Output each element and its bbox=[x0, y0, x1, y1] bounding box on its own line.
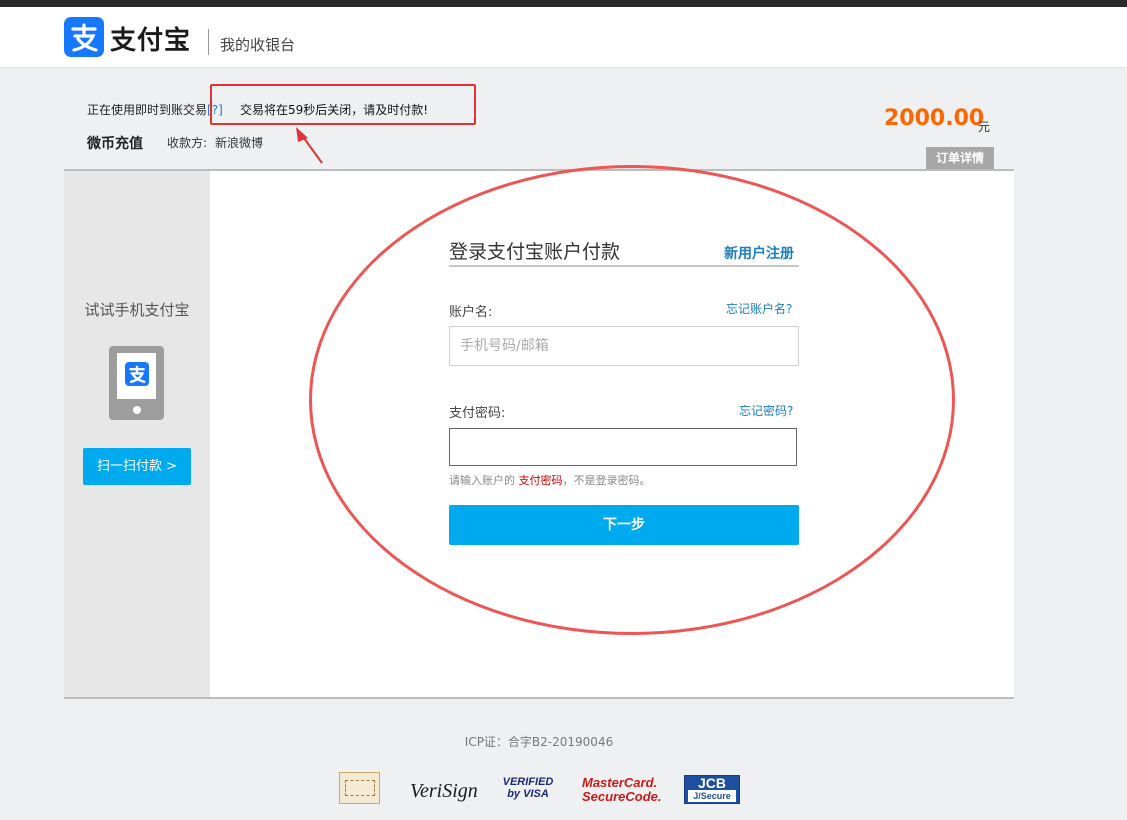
alipay-small-icon bbox=[125, 362, 149, 386]
verified-by-visa-badge: VERIFIED by VISA bbox=[502, 776, 554, 800]
hint-suffix: ，不是登录密码。 bbox=[562, 474, 651, 487]
payment-panel: 试试手机支付宝 扫一扫付款 > 登录支付宝账户付款 新用户注册 账户名: 忘记账… bbox=[64, 171, 1014, 697]
payee-value: 新浪微博 bbox=[215, 136, 264, 150]
order-detail-tab[interactable]: 订单详情 bbox=[926, 147, 994, 169]
order-amount: 2000.00 bbox=[884, 106, 985, 131]
hint-prefix: 请输入账户的 bbox=[449, 474, 515, 487]
title-divider bbox=[449, 265, 799, 267]
order-title: 微币充值 bbox=[87, 136, 143, 152]
header: 支付宝 我的收银台 bbox=[0, 7, 1127, 68]
mobile-pay-sidebar: 试试手机支付宝 扫一扫付款 > bbox=[64, 171, 210, 697]
account-input[interactable] bbox=[449, 326, 799, 366]
panel-bottom-border bbox=[64, 697, 1014, 699]
login-title: 登录支付宝账户付款 bbox=[449, 241, 621, 263]
security-badges: VeriSign VERIFIED by VISA MasterCard. Se… bbox=[0, 772, 1127, 806]
password-input[interactable] bbox=[449, 428, 797, 466]
usage-text: 正在使用即时到账交易[?] bbox=[87, 101, 223, 118]
sidebar-title: 试试手机支付宝 bbox=[84, 301, 190, 319]
certificate-badge-icon bbox=[339, 772, 380, 804]
verisign-badge: VeriSign bbox=[410, 780, 478, 802]
next-step-button[interactable]: 下一步 bbox=[449, 505, 799, 545]
register-link[interactable]: 新用户注册 bbox=[724, 243, 794, 263]
password-label: 支付密码: bbox=[449, 406, 506, 421]
jcb-secure-badge: JCB J/Secure bbox=[684, 775, 740, 804]
password-hint: 请输入账户的 支付密码，不是登录密码。 bbox=[449, 472, 651, 488]
usage-label: 正在使用即时到账交易 bbox=[87, 103, 208, 117]
phone-icon bbox=[109, 346, 164, 420]
amount-unit: 元 bbox=[978, 120, 991, 134]
logo-text: 支付宝 bbox=[110, 26, 192, 56]
cashier-label: 我的收银台 bbox=[220, 36, 296, 54]
logo-divider bbox=[208, 29, 209, 55]
alipay-logo-icon bbox=[64, 17, 104, 57]
payee-label: 收款方: bbox=[167, 136, 208, 150]
top-bar bbox=[0, 0, 1127, 7]
mastercard-securecode-badge: MasterCard. SecureCode. bbox=[582, 775, 662, 804]
scan-pay-button[interactable]: 扫一扫付款 > bbox=[83, 448, 191, 485]
icp-license: ICP证：合字B2-20190046 bbox=[464, 735, 614, 749]
account-label: 账户名: bbox=[449, 305, 493, 320]
hint-highlight: 支付密码 bbox=[518, 474, 563, 487]
forgot-account-link[interactable]: 忘记账户名? bbox=[726, 300, 792, 317]
annotation-box bbox=[210, 84, 476, 125]
forgot-password-link[interactable]: 忘记密码? bbox=[739, 402, 793, 419]
